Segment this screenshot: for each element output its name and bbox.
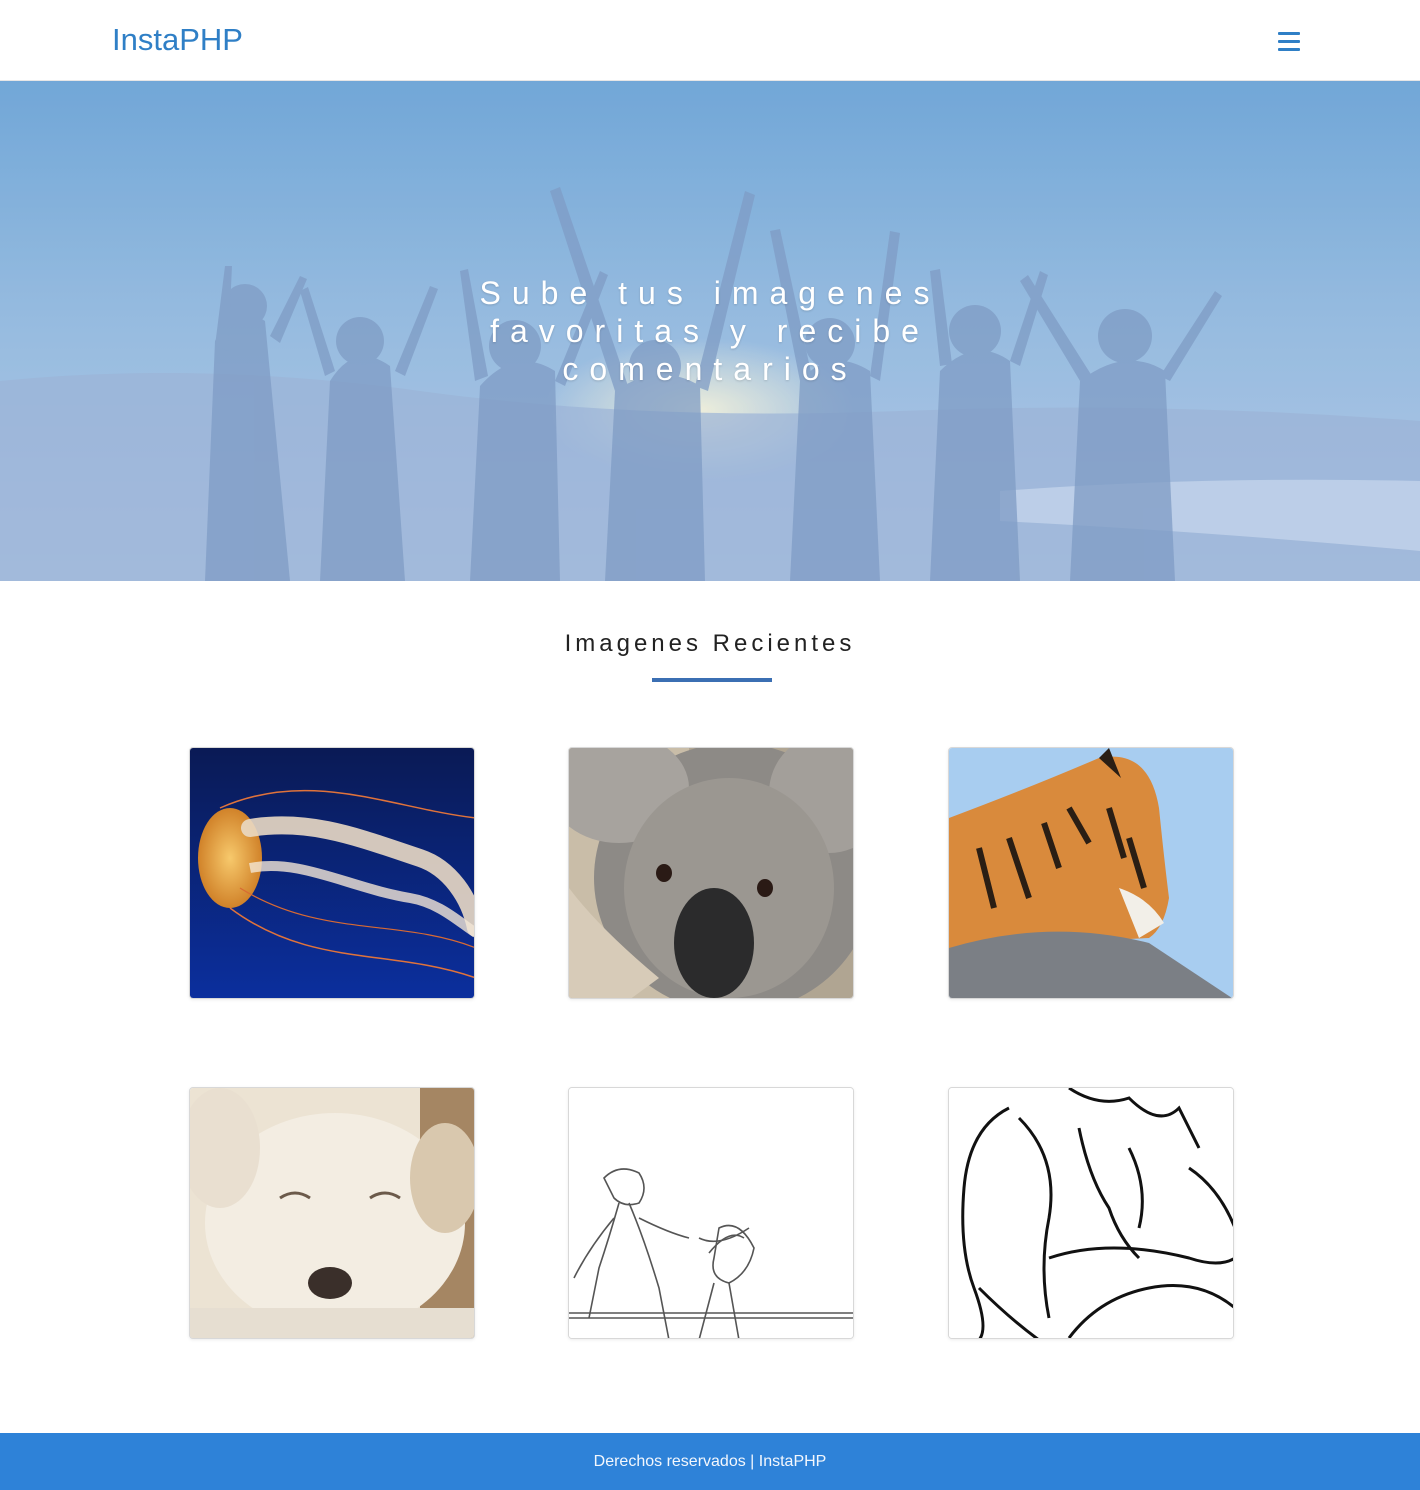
muscle-sketch-image [949, 1088, 1233, 1338]
footer-copyright: Derechos reservados | InstaPHP [593, 1453, 827, 1470]
image-card-koala[interactable] [568, 747, 854, 999]
image-card-tiger[interactable] [948, 747, 1234, 999]
navbar: InstaPHP [0, 0, 1420, 81]
puppy-image [190, 1088, 474, 1338]
image-card-puppy[interactable] [189, 1087, 475, 1339]
footer: Derechos reservados | InstaPHP [0, 1433, 1420, 1490]
fight-sketch-image [569, 1088, 853, 1338]
image-card-jellyfish[interactable] [189, 747, 475, 999]
brand-logo-link[interactable]: InstaPHP [112, 22, 243, 58]
hero-title: Sube tus imagenes favoritas y recibe com… [479, 275, 941, 387]
section-divider [652, 678, 772, 682]
hamburger-menu-icon[interactable] [1274, 29, 1304, 55]
image-card-sketch-fight[interactable] [568, 1087, 854, 1339]
jellyfish-image [190, 748, 474, 998]
tiger-image [949, 748, 1233, 998]
hero-banner: Sube tus imagenes favoritas y recibe com… [0, 81, 1420, 581]
image-card-sketch-muscles[interactable] [948, 1087, 1234, 1339]
koala-image [569, 748, 853, 998]
section-title: Imagenes Recientes [564, 630, 856, 657]
